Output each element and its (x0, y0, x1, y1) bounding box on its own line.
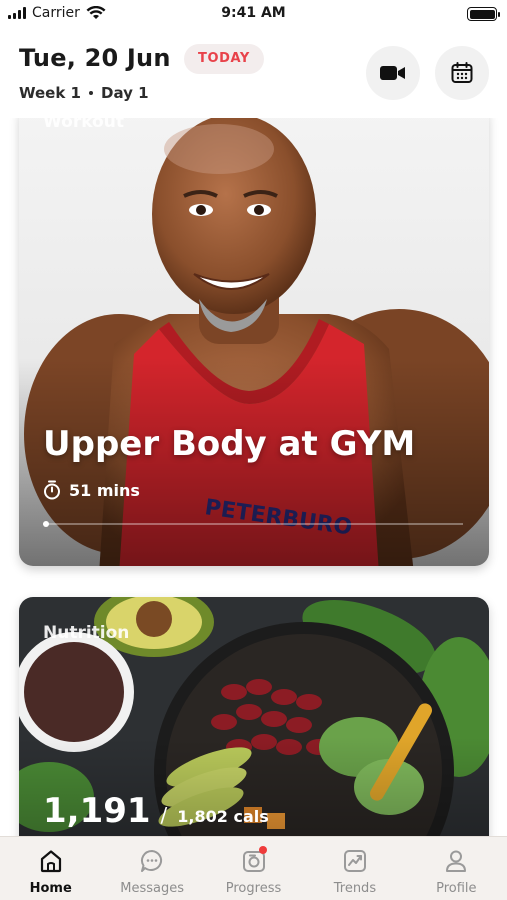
nutrition-label: Nutrition (43, 623, 130, 643)
trend-chart-icon (341, 847, 369, 875)
week-label: Week 1 (19, 84, 81, 102)
workout-progress-bar (43, 521, 463, 527)
workout-progress-indicator (43, 521, 49, 527)
calories-separator: / (160, 803, 168, 827)
calendar-button[interactable] (435, 46, 489, 100)
bottom-tab-bar: Home Messages Progress Trends Profile (0, 836, 507, 900)
tab-trends[interactable]: Trends (304, 837, 405, 900)
person-icon (442, 847, 470, 875)
calories-eaten: 1,191 (43, 791, 151, 831)
tab-messages[interactable]: Messages (101, 837, 202, 900)
day-label: Day 1 (101, 84, 149, 102)
progress-camera-icon (240, 846, 268, 875)
nutrition-card[interactable]: Nutrition 1,191 / 1,802 cals (19, 597, 489, 836)
video-call-button[interactable] (366, 46, 420, 100)
workout-title: Upper Body at GYM (43, 424, 416, 464)
today-button[interactable]: TODAY (184, 44, 264, 74)
progress-notification-dot (258, 846, 267, 854)
tab-profile[interactable]: Profile (406, 837, 507, 900)
tab-progress-label: Progress (225, 881, 282, 896)
duration-text: 51 mins (69, 480, 140, 500)
page-title-date: Tue, 20 Jun (19, 44, 171, 72)
tab-home-label: Home (29, 881, 72, 896)
workout-card[interactable]: PETERBURO Workout Upper Body at GYM (19, 118, 489, 566)
tab-messages-label: Messages (120, 881, 184, 896)
chat-bubble-icon (138, 847, 166, 875)
calories-target: 1,802 cals (177, 807, 269, 826)
tab-home[interactable]: Home (0, 837, 101, 900)
header: Tue, 20 Jun TODAY Week 1 Day 1 (0, 36, 507, 116)
tab-trends-label: Trends (333, 881, 377, 896)
status-time: 9:41 AM (221, 5, 286, 21)
battery-icon (467, 7, 500, 21)
calendar-icon (451, 62, 473, 83)
home-icon (37, 847, 65, 875)
dot-separator (89, 91, 93, 95)
video-camera-icon (380, 66, 405, 80)
tab-progress[interactable]: Progress (203, 837, 304, 900)
workout-label: Workout (43, 118, 124, 132)
tab-profile-label: Profile (436, 881, 477, 896)
feed-scroll-area[interactable]: PETERBURO Workout Upper Body at GYM (0, 118, 507, 836)
status-bar: Carrier 9:41 AM (0, 0, 507, 28)
week-day-line: Week 1 Day 1 (19, 84, 149, 102)
calorie-summary: 1,191 / 1,802 cals (43, 791, 269, 831)
stopwatch-icon (44, 480, 60, 500)
workout-duration: 51 mins (43, 480, 140, 500)
